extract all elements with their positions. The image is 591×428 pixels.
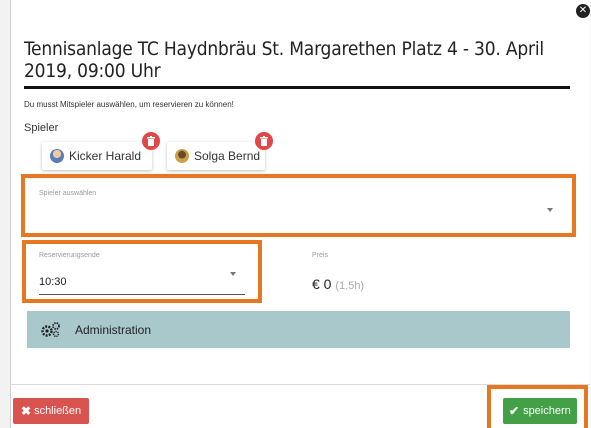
price-value: € 0 (1.5h) [312,276,364,292]
highlight-frame [21,174,576,237]
trash-icon [147,136,155,146]
title-divider [24,86,570,89]
close-button[interactable]: ✖ schließen [13,398,90,424]
price-label: Preis [312,252,328,259]
avatar [50,149,64,163]
close-button-label: schließen [34,405,82,417]
player-name: Kicker Harald [69,149,142,163]
modal-title: Tennisanlage TC Haydnbräu St. Margarethe… [24,38,544,82]
price-duration: (1.5h) [335,280,365,292]
players-label: Spieler [24,122,59,134]
player-name: Solga Bernd [194,149,261,163]
administration-label: Administration [75,322,152,337]
close-icon: ✖ [21,404,32,418]
highlight-frame [487,385,588,428]
player-chip[interactable]: Solga Bernd [167,132,273,170]
trash-icon [260,136,268,146]
remove-player-button[interactable] [142,132,160,150]
highlight-frame [22,240,262,303]
price-field: Preis € 0 (1.5h) [304,246,562,296]
gears-icon [41,321,61,338]
close-icon[interactable]: ✕ [576,4,590,18]
avatar [175,149,189,163]
administration-toggle[interactable]: Administration [27,311,570,348]
player-chip[interactable]: Kicker Harald [42,132,160,170]
hint-text: Du musst Mitspieler auswählen, um reserv… [24,100,234,109]
remove-player-button[interactable] [255,132,273,150]
price-amount: € 0 [312,276,332,292]
